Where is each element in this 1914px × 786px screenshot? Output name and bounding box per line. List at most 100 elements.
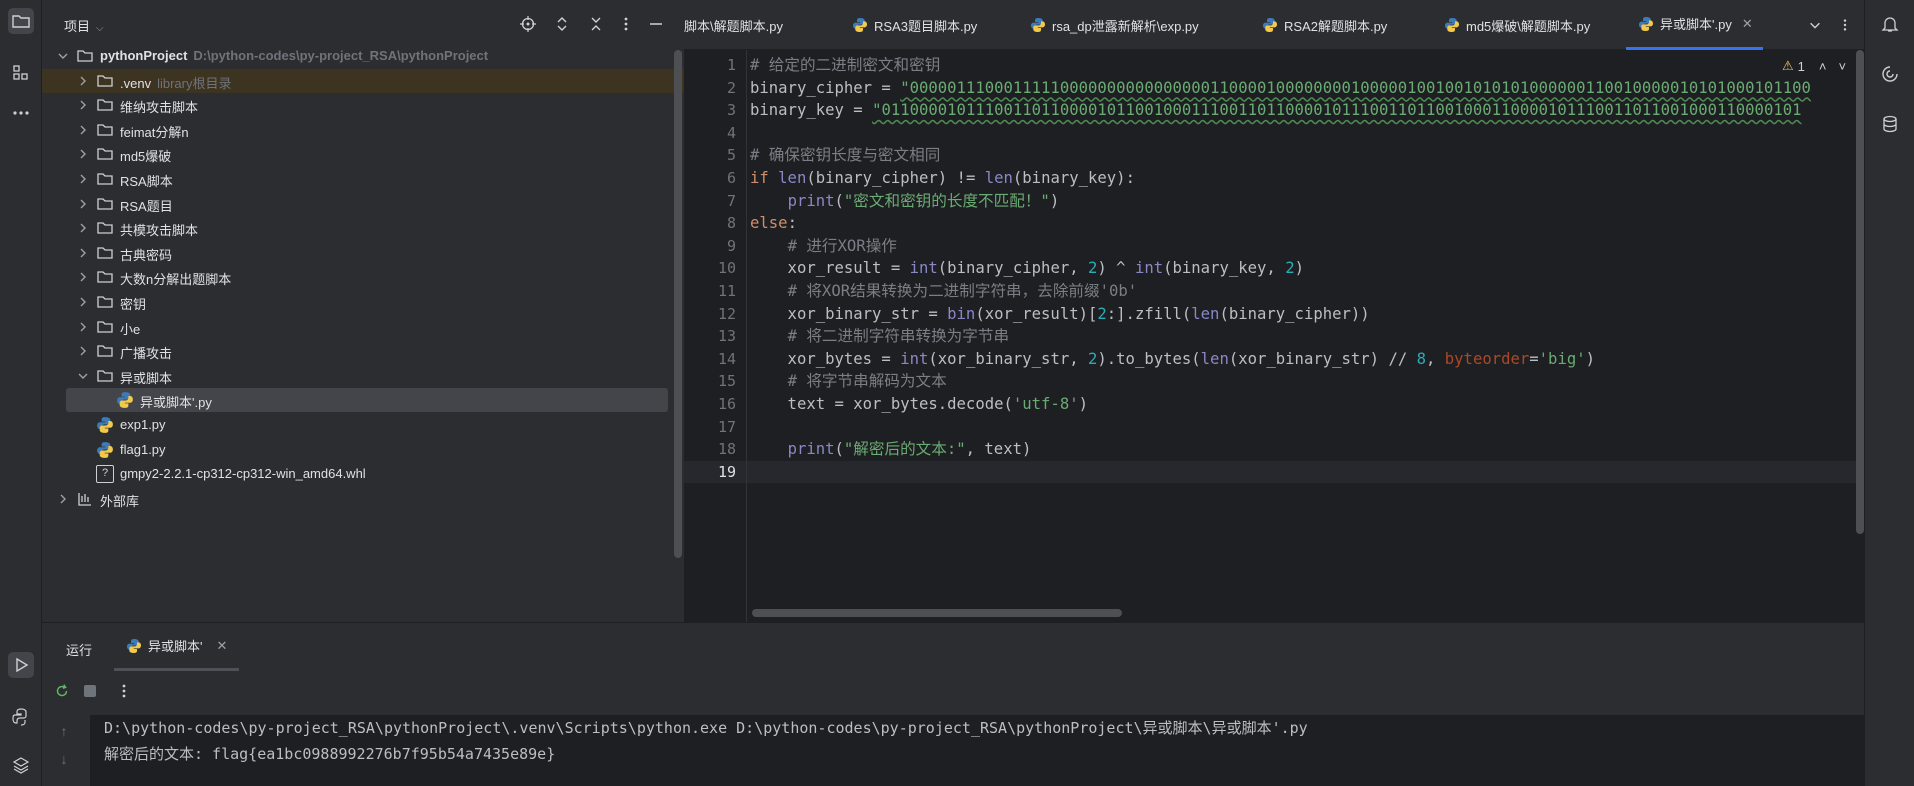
tree-folder-item[interactable]: md5爆破 <box>42 142 684 166</box>
more-options-icon[interactable] <box>114 681 134 701</box>
code-line[interactable]: # 将字节串解码为文本 <box>750 370 947 393</box>
code-line[interactable]: # 给定的二进制密文和密钥 <box>750 54 940 77</box>
chevron-right-icon[interactable] <box>76 295 90 309</box>
chevron-right-icon[interactable] <box>76 344 90 358</box>
code-token: len <box>778 169 807 187</box>
editor-tab-active[interactable]: 异或脚本'.py ✕ <box>1626 0 1763 50</box>
chevron-right-icon[interactable] <box>76 74 90 88</box>
code-line[interactable]: xor_binary_str = bin(xor_result)[2:].zfi… <box>750 303 1370 326</box>
folder-icon <box>97 370 113 382</box>
editor-horizontal-scrollbar[interactable] <box>752 609 1122 617</box>
tree-folder-item[interactable]: .venv library根目录 <box>42 68 684 93</box>
code-line[interactable]: else: <box>750 212 797 235</box>
code-line[interactable]: if len(binary_cipher) != len(binary_key)… <box>750 167 1135 190</box>
chevron-right-icon[interactable] <box>76 172 90 186</box>
rerun-icon[interactable] <box>52 681 72 701</box>
close-tab-icon[interactable]: ✕ <box>216 638 227 654</box>
python-console-icon[interactable] <box>8 704 34 730</box>
tree-item-label: 共模攻击脚本 <box>120 223 199 239</box>
chevron-right-icon[interactable] <box>76 123 90 137</box>
tree-folder-item[interactable]: 古典密码 <box>42 241 684 265</box>
tree-folder-item[interactable]: 广播攻击 <box>42 339 684 363</box>
code-line[interactable]: # 进行XOR操作 <box>750 235 897 258</box>
tree-folder-item[interactable]: RSA题目 <box>42 192 684 216</box>
code-line[interactable]: binary_cipher = "00000111000111110000000… <box>750 77 1811 100</box>
database-icon[interactable] <box>1878 112 1902 136</box>
tab-options-icon[interactable] <box>1836 16 1854 34</box>
editor-tab[interactable]: RSA2解题脚本.py <box>1262 0 1387 50</box>
close-tab-icon[interactable]: ✕ <box>1742 16 1753 32</box>
run-tool-icon[interactable] <box>8 652 34 678</box>
tree-item-label: RSA脚本 <box>120 174 173 189</box>
chevron-right-icon[interactable] <box>76 320 90 334</box>
tree-file-item[interactable]: 异或脚本'.py <box>66 388 668 413</box>
tree-folder-item[interactable]: 共模攻击脚本 <box>42 216 684 240</box>
folder-icon <box>97 173 113 185</box>
chevron-right-icon[interactable] <box>56 492 70 506</box>
code-line[interactable]: binary_key = "01100001011100110110000101… <box>750 99 1802 122</box>
scroll-down-arrow-icon[interactable]: ↓ <box>56 751 72 767</box>
tree-file-item[interactable]: flag1.py <box>42 438 684 462</box>
project-view-folder-icon[interactable] <box>8 8 34 34</box>
tree-file-item[interactable]: exp1.py <box>42 413 684 437</box>
code-line[interactable]: # 确保密钥长度与密文相同 <box>750 144 940 167</box>
chevron-right-icon[interactable] <box>76 270 90 284</box>
editor-tab[interactable]: rsa_dp泄露新解析\exp.py <box>1030 0 1199 50</box>
code-area[interactable]: # 给定的二进制密文和密钥 binary_cipher = "0000011100… <box>750 50 1860 622</box>
code-line[interactable]: text = xor_bytes.decode('utf-8') <box>750 393 1088 416</box>
python-packages-icon[interactable] <box>8 752 34 778</box>
code-token: ) <box>1294 259 1304 278</box>
folder-icon <box>97 320 113 333</box>
tab-list-chevron-icon[interactable] <box>1806 16 1824 34</box>
line-number: 4 <box>726 123 736 142</box>
inspection-widget[interactable]: ⚠ 1 ˄ ˅ <box>1782 56 1846 76</box>
locate-file-icon[interactable] <box>518 14 538 34</box>
options-menu-icon[interactable] <box>616 14 636 34</box>
tree-folder-item[interactable]: pythonProject D:\python-codes\py-project_… <box>42 44 684 68</box>
code-line[interactable]: print("密文和密钥的长度不匹配！") <box>750 190 1060 213</box>
code-line[interactable]: xor_result = int(binary_cipher, 2) ^ int… <box>750 257 1304 280</box>
chevron-right-icon[interactable] <box>76 147 90 161</box>
gutter-divider <box>746 50 747 622</box>
tree-file-item[interactable]: ? gmpy2-2.2.1-cp312-cp312-win_amd64.whl <box>42 462 684 486</box>
editor-tab[interactable]: md5爆破\解题脚本.py <box>1444 0 1590 50</box>
editor-tab[interactable]: 脚本\解题脚本.py <box>684 0 783 50</box>
tree-item-label: feimat分解n <box>120 124 189 140</box>
chevron-down-icon[interactable] <box>76 369 90 383</box>
tree-library-item[interactable]: 外部库 <box>42 487 684 511</box>
code-line[interactable]: # 将XOR结果转换为二进制字符串，去除前缀'0b' <box>750 280 1138 303</box>
expand-all-icon[interactable] <box>552 14 572 34</box>
previous-highlight-icon[interactable]: ˄ <box>1819 59 1827 74</box>
chevron-down-icon[interactable] <box>56 49 70 63</box>
chevron-right-icon[interactable] <box>76 197 90 211</box>
scroll-up-arrow-icon[interactable]: ↑ <box>56 723 72 739</box>
code-line[interactable]: # 将二进制字符串转换为字节串 <box>750 325 1010 348</box>
console-output[interactable]: D:\python-codes\py-project_RSA\pythonPro… <box>90 715 1864 786</box>
structure-icon[interactable] <box>8 60 34 86</box>
project-scrollbar[interactable] <box>674 50 682 558</box>
tree-folder-item[interactable]: 小e <box>42 315 684 339</box>
more-tools-icon[interactable] <box>8 100 34 126</box>
tree-folder-item[interactable]: RSA脚本 <box>42 167 684 191</box>
next-highlight-icon[interactable]: ˅ <box>1838 59 1846 74</box>
chevron-right-icon[interactable] <box>76 246 90 260</box>
tree-folder-item[interactable]: 异或脚本 <box>42 364 684 388</box>
tree-folder-item[interactable]: 密钥 <box>42 290 684 314</box>
tree-folder-item[interactable]: 维纳攻击脚本 <box>42 93 684 117</box>
chevron-right-icon[interactable] <box>76 98 90 112</box>
editor-tab[interactable]: RSA3题目脚本.py <box>852 0 977 50</box>
code-editor[interactable]: 1 2 3 4 5 6 7 8 9 10 11 12 13 14 15 16 17 18 19 # 给定的二进制密文… <box>684 50 1864 622</box>
collapse-all-icon[interactable] <box>586 14 606 34</box>
project-panel-title[interactable]: 项目 ⌵ <box>64 16 104 35</box>
stop-icon[interactable] <box>80 681 100 701</box>
ai-assistant-icon[interactable] <box>1878 62 1902 86</box>
chevron-right-icon[interactable] <box>76 221 90 235</box>
code-line[interactable]: print("解密后的文本:", text) <box>750 438 1032 461</box>
editor-vertical-scrollbar[interactable] <box>1856 50 1864 534</box>
code-line[interactable]: xor_bytes = int(xor_binary_str, 2).to_by… <box>750 348 1595 371</box>
tree-folder-item[interactable]: feimat分解n <box>42 118 684 142</box>
tree-folder-item[interactable]: 大数n分解出题脚本 <box>42 265 684 289</box>
run-tab[interactable]: 异或脚本' ✕ <box>114 623 240 671</box>
notifications-bell-icon[interactable] <box>1878 12 1902 36</box>
hide-panel-icon[interactable] <box>646 14 666 34</box>
